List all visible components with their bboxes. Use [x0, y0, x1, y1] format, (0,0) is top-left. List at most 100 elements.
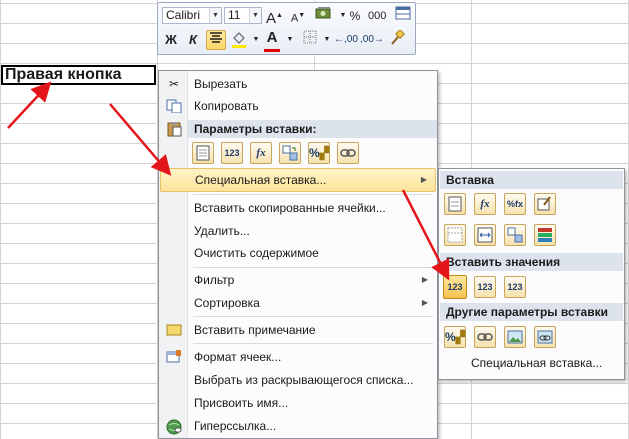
- menu-item-label: Очистить содержимое: [194, 246, 319, 260]
- chevron-down-icon[interactable]: ▼: [249, 8, 261, 23]
- align-center-icon: [210, 32, 222, 43]
- comment-icon: [166, 323, 182, 337]
- menu-separator: [193, 343, 433, 344]
- decrease-decimal-button[interactable]: ,00→: [360, 30, 384, 50]
- grow-font-button[interactable]: A▲: [266, 6, 283, 27]
- paste-link-button[interactable]: [337, 142, 359, 164]
- menu-item-label: Гиперссылка...: [194, 419, 277, 433]
- no-borders-icon: [447, 227, 463, 243]
- menu-item-label: Фильтр: [194, 273, 235, 287]
- menu-item-label: Выбрать из раскрывающегося списка...: [194, 373, 414, 387]
- menu-item-delete[interactable]: Удалить...: [160, 220, 436, 242]
- menu-item-insert-copied[interactable]: Вставить скопированные ячейки...: [160, 197, 436, 219]
- paste-values-button[interactable]: 123: [221, 142, 243, 164]
- shrink-font-button[interactable]: A▼: [290, 6, 306, 26]
- menu-item-hyperlink[interactable]: Гиперссылка...: [160, 415, 436, 437]
- chevron-right-icon: ▶: [421, 275, 428, 284]
- paste-column-widths-button[interactable]: [474, 224, 496, 246]
- bold-button[interactable]: Ж: [163, 30, 179, 50]
- paste-formatting-button[interactable]: %▞: [444, 326, 466, 348]
- percent-button[interactable]: %: [347, 6, 363, 26]
- clipboard-icon: [166, 121, 182, 140]
- menu-item-sort[interactable]: Сортировка ▶: [160, 292, 436, 314]
- italic-button[interactable]: К: [185, 30, 201, 50]
- table-format-icon: [395, 6, 411, 20]
- menu-item-filter[interactable]: Фильтр ▶: [160, 269, 436, 291]
- money-icon: [315, 7, 331, 19]
- chevron-down-icon[interactable]: ▼: [282, 30, 298, 50]
- paste-doc-icon: [448, 196, 462, 212]
- paste-formulas-number-format-button[interactable]: %fx: [504, 193, 526, 215]
- selected-cell[interactable]: Правая кнопка: [1, 65, 156, 85]
- paste-no-borders-button[interactable]: [444, 224, 466, 246]
- paste-special-submenu: Вставка fx %fx Вставить значения 123 123…: [438, 168, 625, 380]
- chevron-down-icon[interactable]: ▼: [319, 30, 335, 50]
- paste-values-source-format-button[interactable]: 123: [504, 276, 526, 298]
- context-menu: ✂ Вырезать Копировать Параметры вставки:…: [158, 70, 438, 439]
- accounting-format-button[interactable]: [314, 6, 334, 26]
- menu-item-copy[interactable]: Копировать: [160, 95, 436, 117]
- borders-button[interactable]: [302, 30, 318, 50]
- menu-item-label: Вставить скопированные ячейки...: [194, 201, 386, 215]
- paste-all-button[interactable]: [444, 193, 466, 215]
- menu-item-label: Формат ячеек...: [194, 350, 282, 364]
- format-cells-button[interactable]: [394, 6, 412, 26]
- paintbrush-icon: [391, 29, 405, 45]
- paste-conditional-format-button[interactable]: [534, 224, 556, 246]
- fill-color-button[interactable]: [230, 30, 248, 50]
- menu-separator: [193, 267, 433, 268]
- chevron-right-icon: ▶: [421, 298, 428, 307]
- paste-special-dialog-link[interactable]: Специальная вставка...: [471, 356, 602, 370]
- paste-linked-picture-button[interactable]: [534, 326, 556, 348]
- menu-item-clear[interactable]: Очистить содержимое: [160, 242, 436, 264]
- paste-keep-source-format-button[interactable]: [534, 193, 556, 215]
- transpose-icon: [507, 227, 523, 243]
- format-painter-button[interactable]: [388, 29, 406, 50]
- paste-formatting-button[interactable]: %▞: [308, 142, 330, 164]
- paintbrush-icon: [537, 196, 551, 211]
- font-size-value: 11: [228, 8, 241, 22]
- menu-item-label: Вставить примечание: [194, 323, 316, 337]
- menu-item-label: Удалить...: [194, 224, 250, 238]
- paste-button[interactable]: [192, 142, 214, 164]
- menu-item-label: Сортировка: [194, 296, 260, 310]
- increase-decimal-button[interactable]: ←,00: [334, 30, 358, 50]
- linked-picture-icon: [537, 330, 553, 344]
- paste-doc-icon: [196, 145, 210, 161]
- paste-formulas-button[interactable]: fx: [250, 142, 272, 164]
- color-table-icon: [538, 228, 552, 242]
- format-cells-icon: [166, 350, 182, 364]
- chevron-right-icon: ▶: [420, 175, 427, 184]
- paste-values-number-format-button[interactable]: 123: [474, 276, 496, 298]
- menu-item-paste-special[interactable]: Специальная вставка... ▶: [160, 168, 436, 192]
- menu-item-pick-list[interactable]: Выбрать из раскрывающегося списка...: [160, 369, 436, 391]
- font-name-value: Calibri: [166, 8, 201, 22]
- menu-item-cut[interactable]: ✂ Вырезать: [160, 73, 436, 95]
- paste-transpose-button[interactable]: [504, 224, 526, 246]
- submenu-header-paste: Вставка: [440, 171, 623, 189]
- chevron-down-icon[interactable]: ▼: [209, 8, 221, 23]
- thousands-button[interactable]: 000: [368, 6, 386, 26]
- paste-values-button[interactable]: 123: [443, 275, 467, 299]
- paste-transpose-button[interactable]: [279, 142, 301, 164]
- menu-item-format-cells[interactable]: Формат ячеек...: [160, 346, 436, 368]
- link-icon: [340, 149, 356, 157]
- menu-item-define-name[interactable]: Присвоить имя...: [160, 392, 436, 414]
- paint-bucket-icon: [232, 32, 246, 48]
- picture-icon: [507, 330, 523, 344]
- paste-picture-button[interactable]: [504, 326, 526, 348]
- font-name-box[interactable]: Calibri ▼: [162, 7, 222, 24]
- font-color-button[interactable]: A: [264, 29, 280, 52]
- scissors-icon: ✂: [168, 77, 180, 91]
- mini-toolbar: Calibri ▼ 11 ▼ A▲ A▼ ▼ % 000 Ж К ▼ A ▼ ▼…: [157, 2, 416, 55]
- chevron-down-icon[interactable]: ▼: [248, 30, 264, 50]
- center-align-button[interactable]: [206, 30, 226, 50]
- paste-link-button[interactable]: [474, 326, 496, 348]
- borders-icon: [303, 30, 317, 44]
- globe-link-icon: [166, 419, 182, 435]
- menu-item-label: Вырезать: [194, 77, 248, 91]
- paste-formulas-button[interactable]: fx: [474, 193, 496, 215]
- font-size-box[interactable]: 11 ▼: [224, 7, 262, 24]
- menu-item-label: Специальная вставка...: [195, 173, 327, 187]
- menu-item-insert-comment[interactable]: Вставить примечание: [160, 319, 436, 341]
